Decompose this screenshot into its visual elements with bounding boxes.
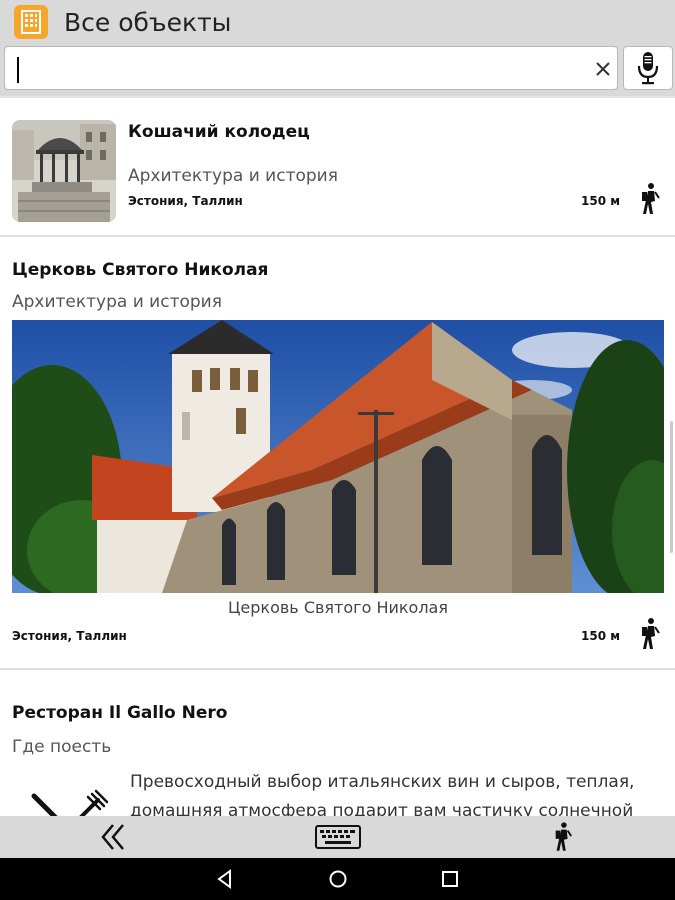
item-distance: 150 м bbox=[581, 629, 621, 643]
item-description: Превосходный выбор итальянских вин и сыр… bbox=[130, 772, 635, 816]
title-bar: Все объекты bbox=[0, 0, 675, 44]
search-bar bbox=[0, 44, 675, 96]
microphone-button[interactable] bbox=[623, 46, 673, 90]
divider bbox=[0, 668, 675, 670]
scrollbar[interactable] bbox=[670, 421, 673, 553]
item-title: Кошачий колодец bbox=[128, 122, 310, 142]
back-icon[interactable] bbox=[212, 866, 238, 892]
results-list[interactable]: Кошачий колодец Архитектура и история Эс… bbox=[0, 98, 675, 816]
item-location: Эстония, Таллин bbox=[128, 194, 243, 208]
search-input[interactable] bbox=[13, 53, 573, 83]
text-cursor bbox=[17, 57, 19, 83]
home-icon[interactable] bbox=[325, 866, 351, 892]
walking-person-icon[interactable] bbox=[638, 617, 662, 651]
item-photo bbox=[12, 320, 664, 593]
search-box[interactable] bbox=[4, 46, 618, 90]
photo-caption: Церковь Святого Николая bbox=[228, 598, 448, 617]
walking-person-icon[interactable] bbox=[638, 182, 662, 216]
recents-icon[interactable] bbox=[437, 866, 463, 892]
walking-person-icon[interactable] bbox=[550, 820, 576, 854]
system-nav-bar bbox=[0, 858, 675, 900]
double-chevron-left-icon[interactable] bbox=[96, 820, 130, 854]
page-title: Все объекты bbox=[64, 7, 232, 37]
item-category: Архитектура и история bbox=[12, 292, 222, 312]
item-title: Церковь Святого Николая bbox=[12, 260, 269, 280]
bottom-toolbar bbox=[0, 816, 675, 858]
item-title: Ресторан Il Gallo Nero bbox=[12, 703, 228, 723]
item-distance: 150 м bbox=[581, 194, 621, 208]
divider bbox=[0, 235, 675, 237]
close-icon[interactable] bbox=[591, 57, 615, 81]
fork-knife-icon bbox=[31, 789, 109, 816]
item-thumbnail bbox=[12, 120, 116, 222]
list-item[interactable]: Кошачий колодец Архитектура и история Эс… bbox=[0, 98, 675, 235]
building-icon bbox=[14, 5, 48, 39]
microphone-icon bbox=[637, 52, 659, 85]
item-category: Где поесть bbox=[12, 737, 112, 757]
item-category: Архитектура и история bbox=[128, 166, 338, 186]
item-location: Эстония, Таллин bbox=[12, 629, 127, 643]
keyboard-icon[interactable] bbox=[314, 820, 362, 854]
